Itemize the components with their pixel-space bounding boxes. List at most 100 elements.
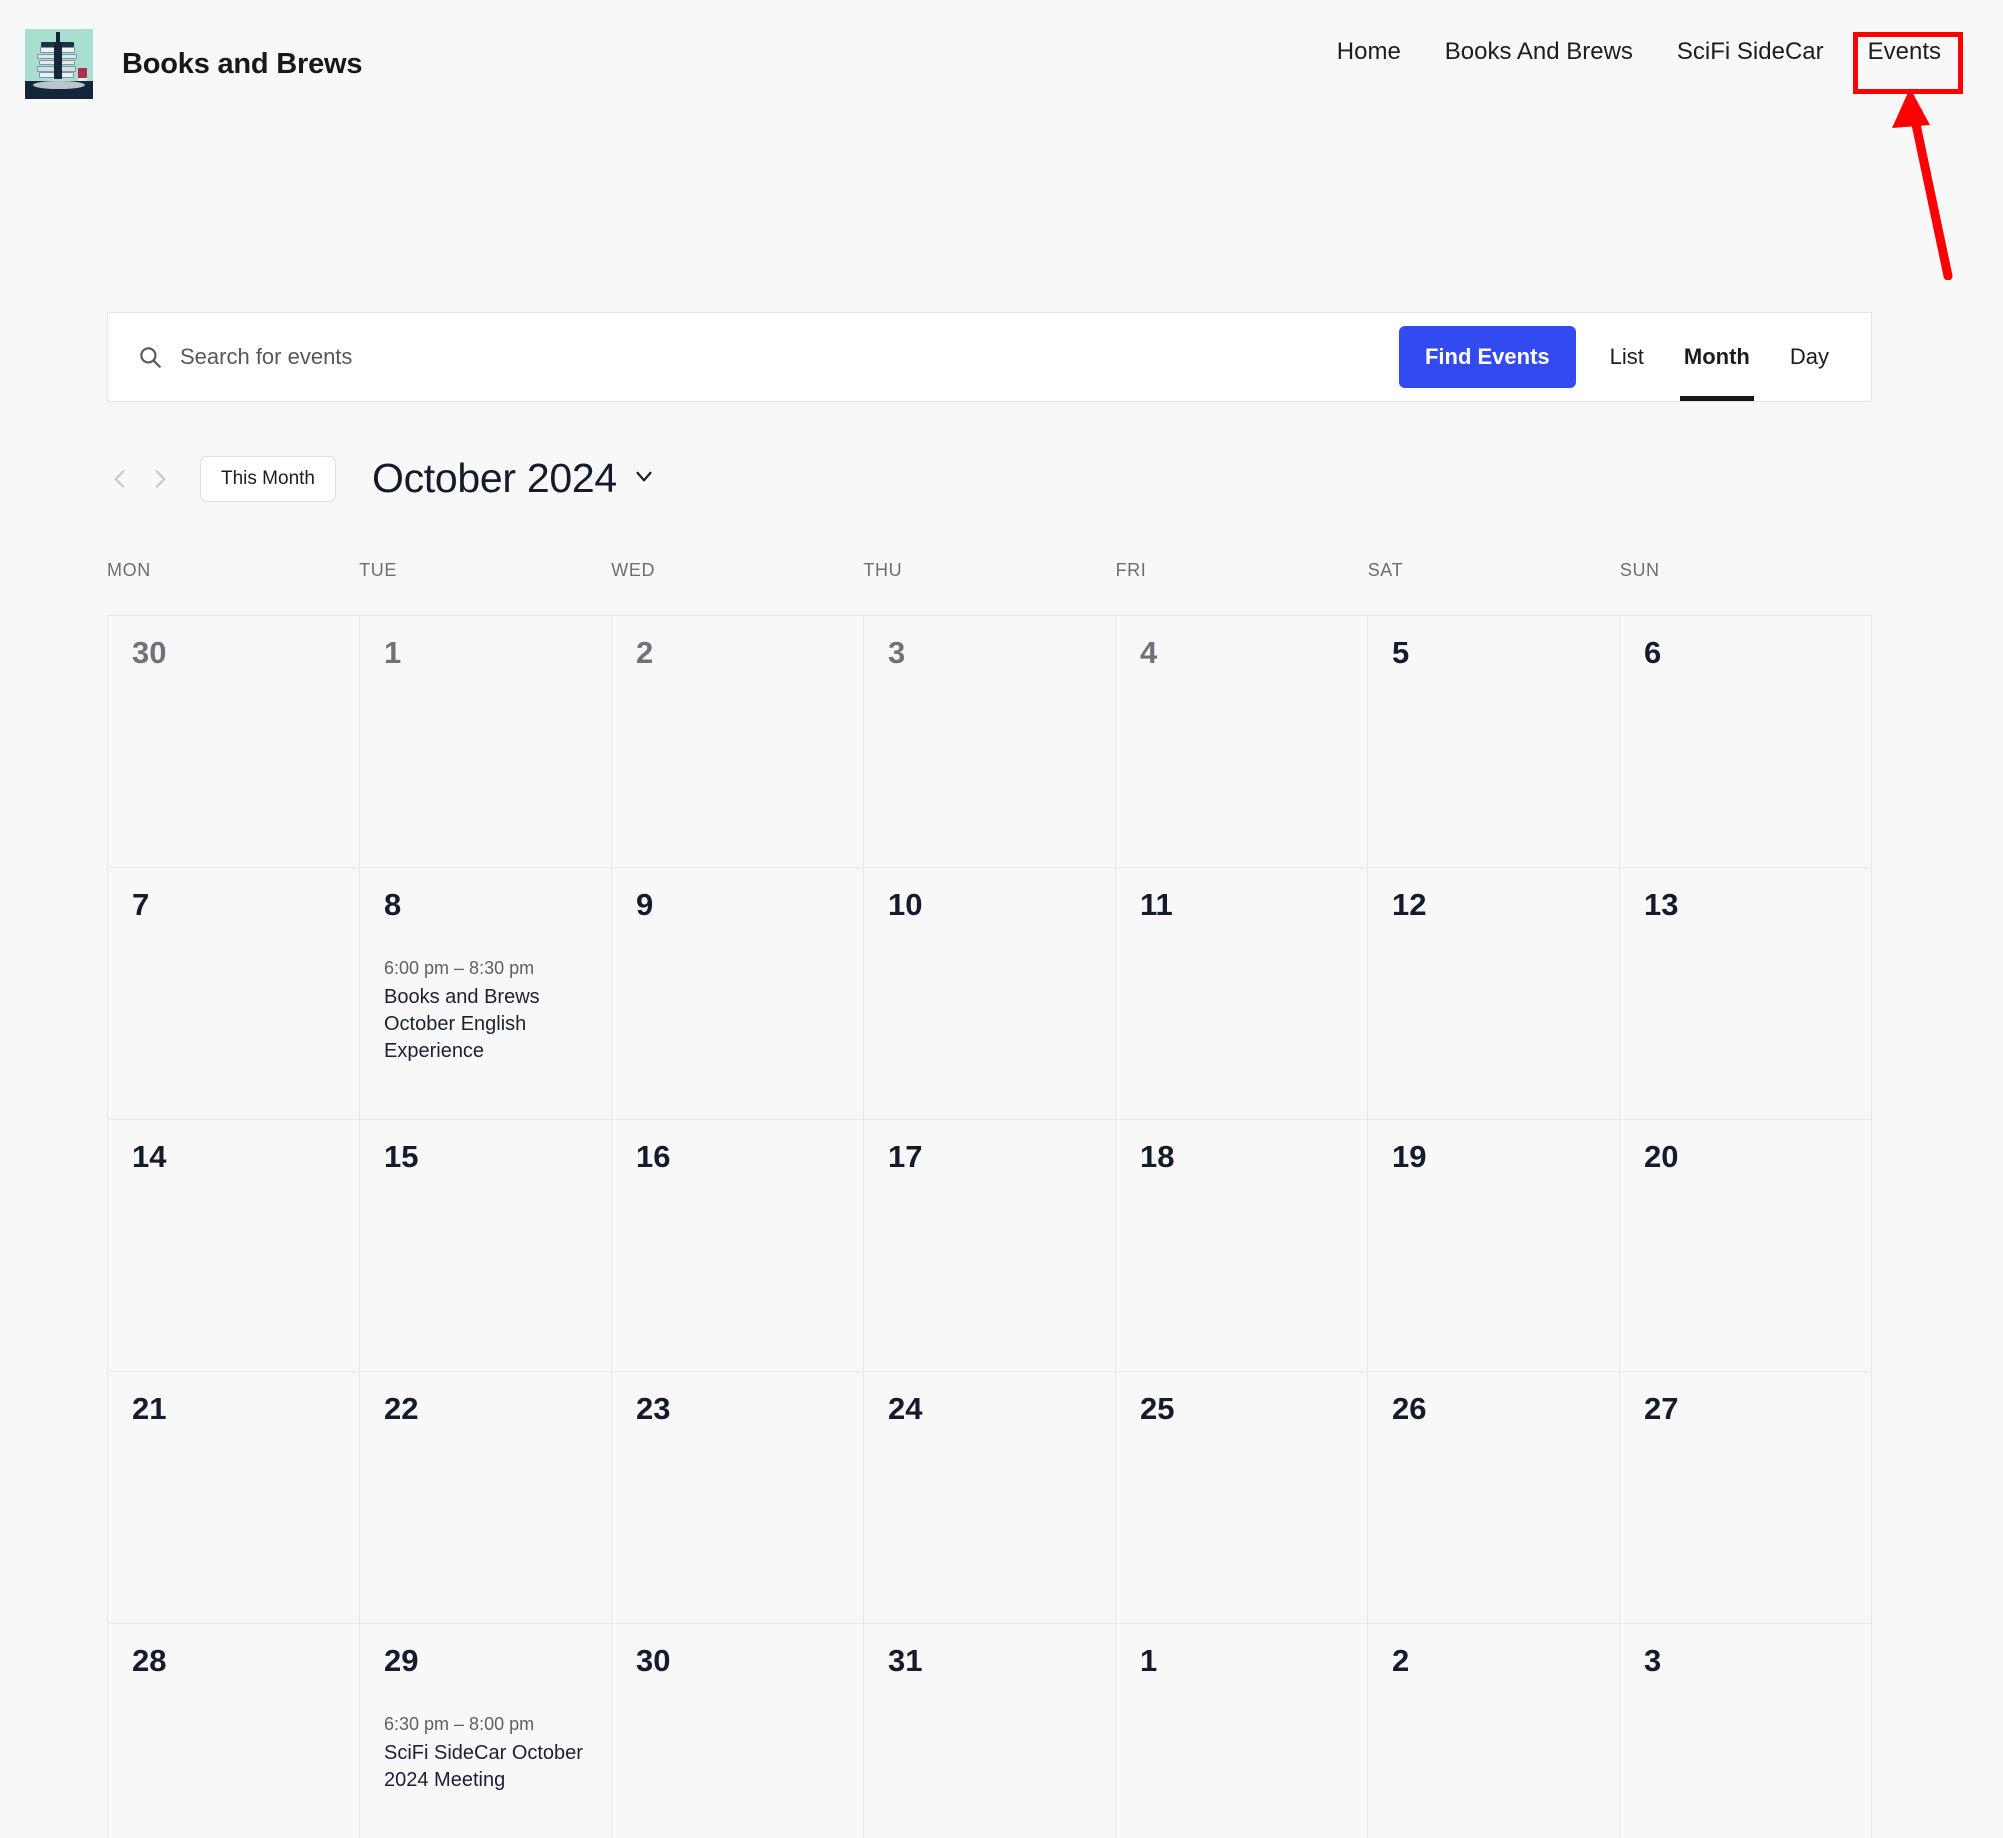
calendar-day-cell[interactable]: 12 [1368,868,1620,1120]
calendar-day-cell[interactable]: 25 [1116,1372,1368,1624]
search-input[interactable] [180,344,780,370]
day-number: 28 [132,1643,167,1678]
tab-month[interactable]: Month [1664,313,1770,401]
calendar-day-cell[interactable]: 5 [1368,616,1620,868]
chevron-down-icon [631,463,657,494]
day-number: 19 [1392,1139,1427,1174]
calendar-event[interactable]: 6:00 pm – 8:30 pm Books and Brews October… [384,955,587,1065]
this-month-button[interactable]: This Month [200,455,336,502]
day-number: 9 [636,887,654,922]
calendar-day-cell[interactable]: 21 [108,1372,360,1624]
calendar-day-cell[interactable]: 7 [108,868,360,1120]
day-number: 8 [384,887,402,922]
weekday-header-fri: FRI [1115,560,1147,580]
month-navigation: This Month October 2024 [100,455,657,502]
main-navigation: Home Books And Brews SciFi SideCar Event… [1315,30,1963,74]
day-number: 14 [132,1139,167,1174]
nav-home[interactable]: Home [1315,30,1423,74]
calendar-day-cell[interactable]: 27 [1620,1372,1872,1624]
day-number: 16 [636,1139,671,1174]
day-number: 7 [132,887,150,922]
calendar-day-cell[interactable]: 20 [1620,1120,1872,1372]
day-number: 24 [888,1391,923,1426]
event-title-link[interactable]: SciFi SideCar October 2024 Meeting [384,1740,587,1794]
day-number: 22 [384,1391,419,1426]
search-field-wrapper [108,313,1399,401]
calendar-weekday-header: MON TUE WED THU FRI SAT SUN [107,560,1872,581]
day-number: 27 [1644,1391,1679,1426]
calendar-day-cell[interactable]: 15 [360,1120,612,1372]
calendar-day-cell[interactable]: 11 [1116,868,1368,1120]
calendar-day-cell[interactable]: 19 [1368,1120,1620,1372]
calendar-day-cell[interactable]: 28 [108,1624,360,1838]
calendar-day-cell[interactable]: 1 [1116,1624,1368,1838]
weekday-header-sun: SUN [1619,560,1660,580]
next-month-button[interactable] [140,459,180,499]
tab-day[interactable]: Day [1770,313,1849,401]
calendar-day-cell[interactable]: 30 [612,1624,864,1838]
calendar-day-cell[interactable]: 2 [1368,1624,1620,1838]
month-title-dropdown[interactable]: October 2024 [372,455,657,502]
find-events-button[interactable]: Find Events [1398,326,1576,388]
calendar-day-cell[interactable]: 26 [1368,1372,1620,1624]
previous-month-button[interactable] [100,459,140,499]
day-number: 15 [384,1139,419,1174]
day-number: 25 [1140,1391,1175,1426]
weekday-header-mon: MON [107,560,151,580]
calendar-day-cell[interactable]: 30 [108,616,360,868]
calendar-grid: 30 1 2 3 4 5 6 7 8 6:00 pm – 8:30 pm Books and Bre… [107,615,1872,1838]
day-number: 30 [132,635,167,670]
calendar-day-cell[interactable]: 16 [612,1120,864,1372]
calendar-day-cell[interactable]: 22 [360,1372,612,1624]
calendar-day-cell[interactable]: 9 [612,868,864,1120]
day-number: 4 [1140,635,1158,670]
calendar-day-cell[interactable]: 23 [612,1372,864,1624]
search-icon [137,344,163,370]
day-number: 29 [384,1643,419,1678]
calendar-day-cell[interactable]: 14 [108,1120,360,1372]
event-time: 6:00 pm – 8:30 pm [384,958,535,979]
day-number: 13 [1644,887,1679,922]
day-number: 6 [1644,635,1662,670]
current-month-label: October 2024 [371,455,617,501]
books-and-brews-logo-icon [25,29,93,99]
calendar-day-cell[interactable]: 6 [1620,616,1872,868]
brand-title: Books and Brews [122,47,363,80]
calendar-day-cell[interactable]: 24 [864,1372,1116,1624]
calendar-day-cell[interactable]: 29 6:30 pm – 8:00 pm SciFi SideCar October… [360,1624,612,1838]
tab-list[interactable]: List [1590,313,1664,401]
calendar-day-cell[interactable]: 18 [1116,1120,1368,1372]
day-number: 26 [1392,1391,1427,1426]
calendar-day-cell[interactable]: 3 [1620,1624,1872,1838]
day-number: 3 [1644,1643,1662,1678]
weekday-header-wed: WED [611,560,656,580]
events-search-bar: Find Events List Month Day [107,312,1872,402]
view-tabs: List Month Day [1590,313,1849,401]
nav-events[interactable]: Events [1846,30,1963,74]
day-number: 21 [132,1391,167,1426]
event-time: 6:30 pm – 8:00 pm [384,1714,535,1735]
day-number: 1 [1140,1643,1158,1678]
event-title-link[interactable]: Books and Brews October English Experien… [384,984,587,1065]
weekday-header-thu: THU [863,560,903,580]
day-number: 1 [384,635,402,670]
nav-books-and-brews[interactable]: Books And Brews [1423,30,1655,74]
weekday-header-sat: SAT [1367,560,1404,580]
calendar-day-cell[interactable]: 1 [360,616,612,868]
calendar-day-cell[interactable]: 31 [864,1624,1116,1838]
day-number: 5 [1392,635,1410,670]
calendar-event[interactable]: 6:30 pm – 8:00 pm SciFi SideCar October 2… [384,1711,587,1794]
calendar-day-cell[interactable]: 17 [864,1120,1116,1372]
day-number: 30 [636,1643,671,1678]
calendar-day-cell[interactable]: 13 [1620,868,1872,1120]
calendar-day-cell[interactable]: 2 [612,616,864,868]
calendar-day-cell[interactable]: 8 6:00 pm – 8:30 pm Books and Brews Octobe… [360,868,612,1120]
day-number: 3 [888,635,906,670]
brand[interactable]: Books and Brews [25,29,363,99]
day-number: 18 [1140,1139,1175,1174]
calendar-day-cell[interactable]: 10 [864,868,1116,1120]
calendar-day-cell[interactable]: 3 [864,616,1116,868]
calendar-day-cell[interactable]: 4 [1116,616,1368,868]
day-number: 23 [636,1391,671,1426]
nav-scifi-sidecar[interactable]: SciFi SideCar [1655,30,1846,74]
